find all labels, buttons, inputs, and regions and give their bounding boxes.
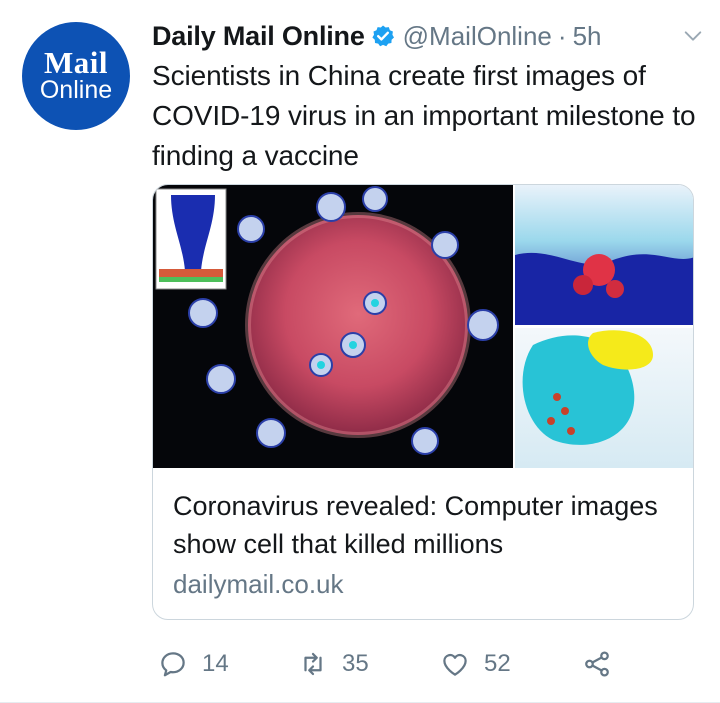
- retweet-button[interactable]: 35: [298, 644, 369, 684]
- display-name[interactable]: Daily Mail Online: [152, 21, 365, 52]
- retweet-icon: [304, 652, 322, 676]
- tweet-actions: 14 35 52: [152, 644, 680, 684]
- share-button[interactable]: [582, 644, 612, 684]
- chevron-down-icon[interactable]: [682, 25, 704, 47]
- separator-dot: ·: [557, 20, 567, 51]
- link-card[interactable]: Coronavirus revealed: Computer images sh…: [152, 184, 694, 620]
- share-icon: [585, 651, 609, 677]
- tweet-header: Daily Mail Online @MailOnline · 5h: [152, 16, 704, 56]
- like-count: 52: [484, 650, 511, 677]
- card-body: Coronavirus revealed: Computer images sh…: [173, 487, 677, 603]
- card-title: Coronavirus revealed: Computer images sh…: [173, 491, 658, 559]
- reply-button[interactable]: 14: [158, 644, 229, 684]
- timestamp[interactable]: 5h: [573, 21, 602, 52]
- reply-count: 14: [202, 650, 229, 677]
- tweet-text: Scientists in China create first images …: [152, 60, 696, 171]
- card-domain: dailymail.co.uk: [173, 569, 344, 599]
- heart-icon: [443, 653, 467, 676]
- retweet-count: 35: [342, 650, 369, 677]
- avatar-brand-bottom: Online: [39, 76, 113, 104]
- card-image: [153, 185, 693, 468]
- reply-icon: [161, 652, 185, 677]
- avatar[interactable]: Mail Online: [22, 22, 130, 130]
- verified-badge-icon: [372, 25, 394, 47]
- avatar-brand-top: Mail: [44, 45, 108, 80]
- like-button[interactable]: 52: [440, 644, 511, 684]
- handle[interactable]: @MailOnline: [403, 21, 552, 52]
